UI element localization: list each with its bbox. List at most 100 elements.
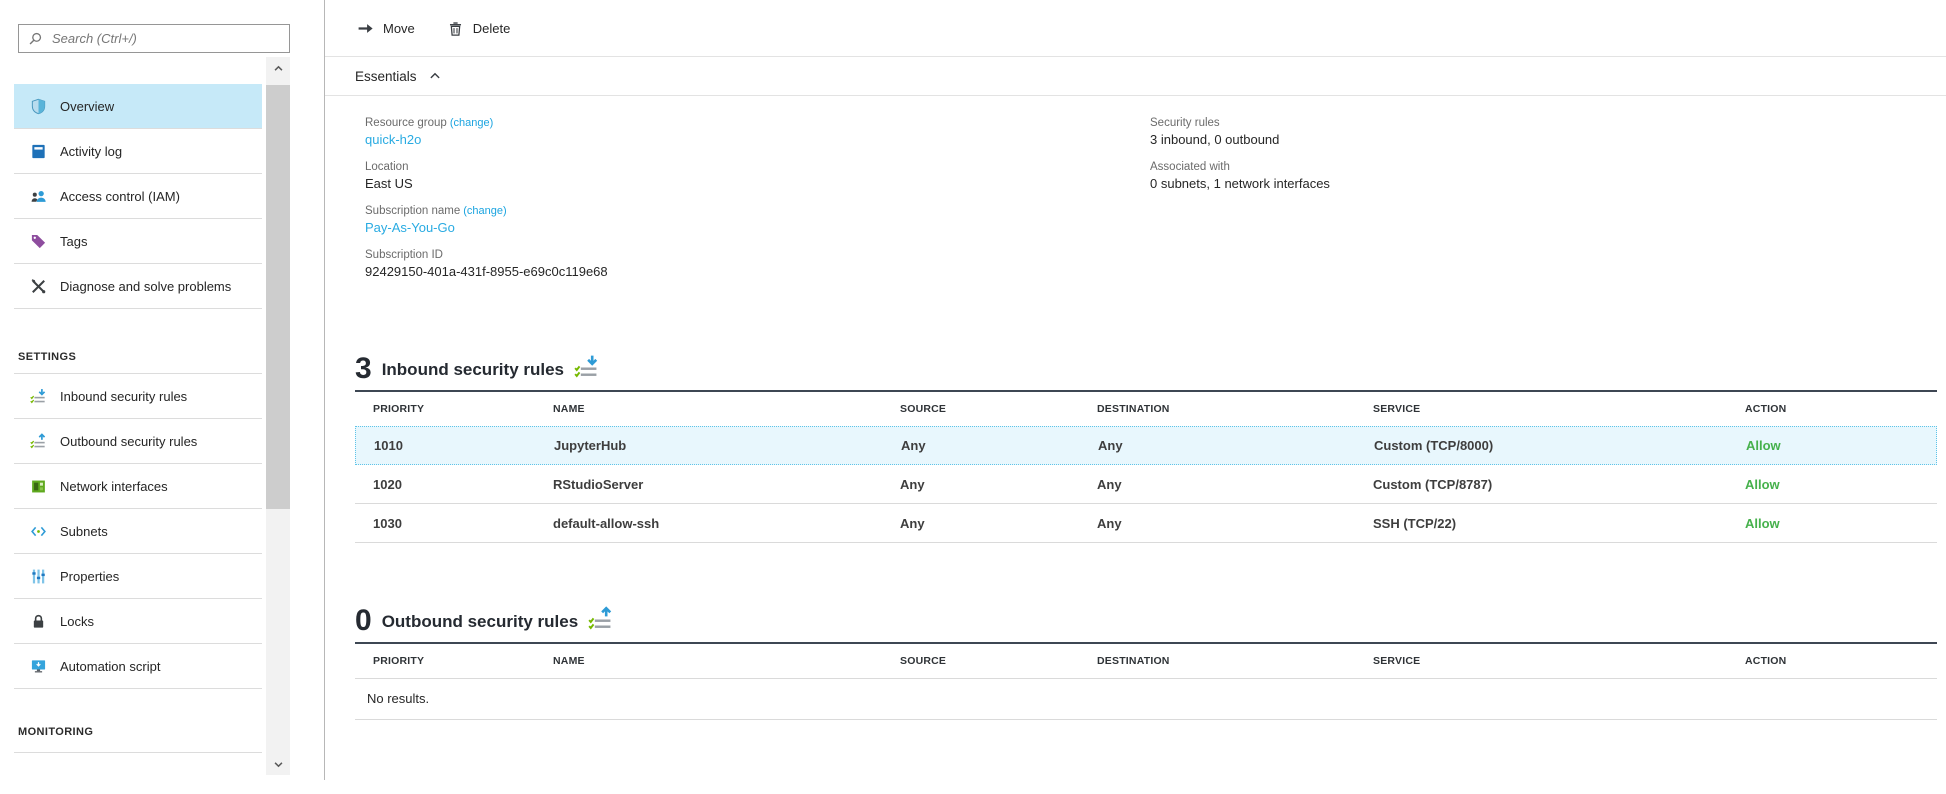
sidebar-item-outbound-security-rules[interactable]: Outbound security rules [14, 419, 262, 464]
rules-in-icon [30, 388, 47, 405]
command-bar: Move Delete [325, 0, 1946, 57]
table-row[interactable]: 1020 RStudioServer Any Any Custom (TCP/8… [355, 465, 1937, 504]
book-icon [30, 143, 47, 160]
cell-name: RStudioServer [553, 477, 900, 492]
field-value[interactable]: quick-h2o [365, 131, 1150, 149]
sidebar-item-network-interfaces[interactable]: Network interfaces [14, 464, 262, 509]
essentials-right-column: Security rules 3 inbound, 0 outbound Ass… [1150, 116, 1946, 300]
outbound-count: 0 [355, 607, 372, 634]
sidebar-item-inbound-security-rules[interactable]: Inbound security rules [14, 374, 262, 419]
sidebar-item-label: Activity log [60, 144, 122, 159]
cell-priority: 1010 [356, 438, 554, 453]
inbound-rules-icon [574, 354, 600, 380]
essentials-title: Essentials [355, 69, 417, 84]
scroll-down-button[interactable] [266, 753, 290, 775]
change-link[interactable]: (change) [463, 205, 506, 217]
essentials-field: Resource group(change) quick-h2o [365, 116, 1150, 149]
column-header: NAME [553, 403, 900, 415]
sidebar-item-label: Automation script [60, 659, 160, 674]
sidebar-item-tags[interactable]: Tags [14, 219, 262, 264]
table-row[interactable]: 1010 JupyterHub Any Any Custom (TCP/8000… [355, 426, 1937, 465]
delete-label: Delete [473, 21, 511, 36]
collapse-chevron-icon[interactable] [429, 70, 441, 82]
column-header: PRIORITY [355, 403, 553, 415]
sidebar-item-label: Outbound security rules [60, 434, 197, 449]
column-header: DESTINATION [1097, 403, 1373, 415]
inbound-title: Inbound security rules [382, 360, 564, 382]
essentials-field: Subscription name(change) Pay-As-You-Go [365, 204, 1150, 237]
sidebar-item-activity-log[interactable]: Activity log [14, 129, 262, 174]
change-link[interactable]: (change) [450, 117, 493, 129]
delete-button[interactable]: Delete [447, 20, 511, 37]
field-label: Location [365, 161, 408, 173]
inbound-table-body: 1010 JupyterHub Any Any Custom (TCP/8000… [355, 426, 1937, 543]
column-header: SOURCE [900, 403, 1097, 415]
cell-service: Custom (TCP/8787) [1373, 477, 1745, 492]
cell-destination: Any [1097, 516, 1373, 531]
search-icon [28, 31, 43, 46]
column-header: SERVICE [1373, 655, 1745, 667]
sidebar-item-label: Subnets [60, 524, 108, 539]
move-button[interactable]: Move [357, 20, 415, 37]
column-header: ACTION [1745, 655, 1937, 667]
essentials-field: Location East US [365, 160, 1150, 193]
cell-name: JupyterHub [554, 438, 901, 453]
sidebar-item-overview[interactable]: Overview [14, 84, 262, 129]
field-label: Resource group [365, 117, 447, 129]
chevron-down-icon [273, 759, 284, 770]
inbound-count: 3 [355, 355, 372, 382]
field-value: 92429150-401a-431f-8955-e69c0c119e68 [365, 263, 1150, 281]
inbound-table-header: PRIORITY NAME SOURCE DESTINATION SERVICE… [355, 392, 1937, 426]
essentials-header[interactable]: Essentials [325, 57, 1946, 96]
outbound-table-header: PRIORITY NAME SOURCE DESTINATION SERVICE… [355, 644, 1937, 679]
sidebar-item-locks[interactable]: Locks [14, 599, 262, 644]
cell-name: default-allow-ssh [553, 516, 900, 531]
search-input[interactable] [50, 30, 289, 47]
cell-priority: 1020 [355, 477, 553, 492]
column-header: PRIORITY [355, 655, 553, 667]
section-heading: MONITORING [18, 726, 93, 738]
sliders-icon [30, 568, 47, 585]
sidebar-menu: Overview Activity log Access control (IA… [14, 84, 262, 753]
sidebar-item-diagnose-and-solve-problems[interactable]: Diagnose and solve problems [14, 264, 262, 309]
cell-action: Allow [1745, 477, 1937, 492]
outbound-rules-heading: 0 Outbound security rules [355, 607, 1937, 644]
sidebar-item-automation-script[interactable]: Automation script [14, 644, 262, 689]
essentials-body: Resource group(change) quick-h2o Locatio… [325, 96, 1946, 300]
table-row[interactable]: 1030 default-allow-ssh Any Any SSH (TCP/… [355, 504, 1937, 543]
sidebar-item-access-control-iam[interactable]: Access control (IAM) [14, 174, 262, 219]
move-label: Move [383, 21, 415, 36]
sidebar-item-properties[interactable]: Properties [14, 554, 262, 599]
field-label: Subscription ID [365, 249, 443, 261]
sidebar-item-label: Inbound security rules [60, 389, 187, 404]
cell-service: Custom (TCP/8000) [1374, 438, 1746, 453]
sidebar-item-label: Tags [60, 234, 87, 249]
script-icon [30, 658, 47, 675]
sidebar-item-label: Access control (IAM) [60, 189, 180, 204]
column-header: SOURCE [900, 655, 1097, 667]
essentials-field: Associated with 0 subnets, 1 network int… [1150, 160, 1946, 193]
lock-icon [30, 613, 47, 630]
scrollbar-thumb[interactable] [266, 85, 290, 509]
cell-action: Allow [1745, 516, 1937, 531]
sidebar-item-label: Overview [60, 99, 114, 114]
nic-icon [30, 478, 47, 495]
field-label: Subscription name [365, 205, 460, 217]
essentials-left-column: Resource group(change) quick-h2o Locatio… [365, 116, 1150, 300]
sidebar: Overview Activity log Access control (IA… [0, 0, 324, 780]
sidebar-section-monitoring: MONITORING [14, 689, 262, 753]
trash-icon [447, 20, 464, 37]
empty-state-text: No results. [355, 679, 1937, 720]
scroll-up-button[interactable] [266, 57, 290, 79]
outbound-rules-icon [588, 606, 614, 632]
sidebar-item-subnets[interactable]: Subnets [14, 509, 262, 554]
inbound-rules-heading: 3 Inbound security rules [355, 355, 1937, 392]
cell-priority: 1030 [355, 516, 553, 531]
move-icon [357, 20, 374, 37]
cell-destination: Any [1097, 477, 1373, 492]
outbound-rules-section: 0 Outbound security rules PRIORITY NAME … [355, 607, 1937, 720]
sidebar-item-label: Network interfaces [60, 479, 168, 494]
sidebar-scrollbar[interactable] [266, 57, 290, 775]
cell-destination: Any [1098, 438, 1374, 453]
field-value[interactable]: Pay-As-You-Go [365, 219, 1150, 237]
